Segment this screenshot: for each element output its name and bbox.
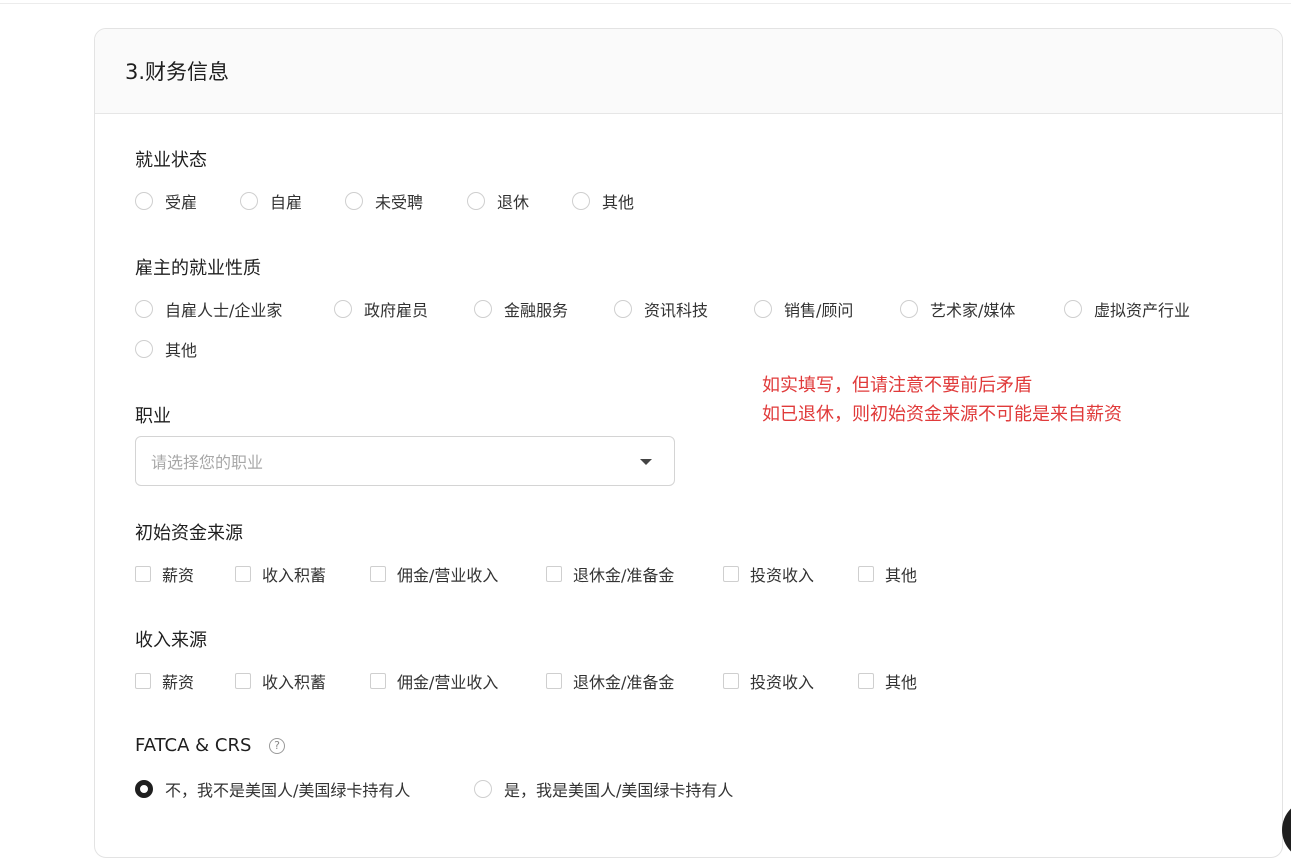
initial-funds-pension[interactable]: 退休金/准备金: [546, 562, 674, 586]
option-label: 是，我是美国人/美国绿卡持有人: [504, 781, 734, 800]
checkbox[interactable]: [135, 566, 151, 582]
employer-option-virtual-assets[interactable]: 虚拟资产行业: [1064, 297, 1190, 321]
option-label: 自雇人士/企业家: [165, 301, 283, 320]
income-source-other[interactable]: 其他: [858, 669, 917, 693]
radio-circle[interactable]: [240, 192, 258, 210]
option-label: 政府雇员: [364, 301, 429, 320]
radio-circle[interactable]: [334, 300, 352, 318]
employer-option-it[interactable]: 资讯科技: [614, 297, 708, 321]
employer-option-artist[interactable]: 艺术家/媒体: [900, 297, 1015, 321]
hint-line-1: 如实填写，但请注意不要前后矛盾: [762, 375, 1032, 396]
employment-status-label: 就业状态: [135, 150, 207, 171]
checkbox[interactable]: [858, 673, 874, 689]
checkbox[interactable]: [546, 673, 562, 689]
occupation-select[interactable]: 请选择您的职业: [135, 436, 675, 486]
occupation-label: 职业: [135, 406, 171, 427]
radio-circle[interactable]: [135, 340, 153, 358]
employer-nature-label: 雇主的就业性质: [135, 258, 261, 279]
option-label: 其他: [885, 566, 918, 585]
option-label: 金融服务: [504, 301, 569, 320]
option-label: 投资收入: [750, 673, 815, 692]
checkbox[interactable]: [370, 566, 386, 582]
option-label: 虚拟资产行业: [1094, 301, 1191, 320]
employment-option-other[interactable]: 其他: [572, 189, 634, 213]
option-label: 退休金/准备金: [573, 673, 675, 692]
checkbox[interactable]: [370, 673, 386, 689]
option-label: 退休金/准备金: [573, 566, 675, 585]
employment-option-self-employed[interactable]: 自雇: [240, 189, 302, 213]
option-label: 其他: [885, 673, 918, 692]
radio-circle[interactable]: [467, 192, 485, 210]
option-label: 投资收入: [750, 566, 815, 585]
employer-option-sales[interactable]: 销售/顾问: [754, 297, 853, 321]
checkbox[interactable]: [235, 566, 251, 582]
fatca-option-not-us-person[interactable]: 不，我不是美国人/美国绿卡持有人: [135, 777, 410, 801]
occupation-placeholder: 请选择您的职业: [151, 453, 264, 472]
initial-funds-label: 初始资金来源: [135, 523, 243, 544]
hint-line-2: 如已退休，则初始资金来源不可能是来自薪资: [762, 404, 1122, 425]
option-label: 薪资: [162, 673, 195, 692]
employment-option-retired[interactable]: 退休: [467, 189, 529, 213]
radio-circle[interactable]: [135, 192, 153, 210]
radio-circle[interactable]: [754, 300, 772, 318]
initial-funds-savings[interactable]: 收入积蓄: [235, 562, 326, 586]
radio-circle[interactable]: [1064, 300, 1082, 318]
employer-option-financial[interactable]: 金融服务: [474, 297, 568, 321]
employment-option-employed[interactable]: 受雇: [135, 189, 197, 213]
initial-funds-salary[interactable]: 薪资: [135, 562, 194, 586]
option-label: 受雇: [165, 193, 198, 212]
initial-funds-commission[interactable]: 佣金/营业收入: [370, 562, 498, 586]
radio-circle[interactable]: [572, 192, 590, 210]
option-label: 未受聘: [375, 193, 424, 212]
fatca-option-us-person[interactable]: 是，我是美国人/美国绿卡持有人: [474, 777, 733, 801]
option-label: 佣金/营业收入: [397, 566, 499, 585]
employment-option-unemployed[interactable]: 未受聘: [345, 189, 423, 213]
question-circle-icon[interactable]: ?: [269, 738, 285, 754]
option-label: 销售/顾问: [784, 301, 854, 320]
income-source-commission[interactable]: 佣金/营业收入: [370, 669, 498, 693]
checkbox[interactable]: [723, 673, 739, 689]
employer-option-government[interactable]: 政府雇员: [334, 297, 428, 321]
income-source-label: 收入来源: [135, 630, 207, 651]
radio-circle[interactable]: [474, 300, 492, 318]
card-header: 3.财务信息: [95, 29, 1282, 114]
option-label: 资讯科技: [644, 301, 709, 320]
income-source-savings[interactable]: 收入积蓄: [235, 669, 326, 693]
radio-circle[interactable]: [614, 300, 632, 318]
checkbox[interactable]: [546, 566, 562, 582]
option-label: 佣金/营业收入: [397, 673, 499, 692]
initial-funds-other[interactable]: 其他: [858, 562, 917, 586]
option-label: 艺术家/媒体: [930, 301, 1016, 320]
floating-action-button[interactable]: [1282, 800, 1291, 860]
fatca-label: FATCA & CRS: [135, 735, 252, 756]
radio-circle[interactable]: [135, 300, 153, 318]
caret-down-icon[interactable]: [640, 459, 652, 465]
income-source-salary[interactable]: 薪资: [135, 669, 194, 693]
radio-circle-checked[interactable]: [135, 780, 153, 798]
option-label: 其他: [165, 341, 198, 360]
radio-circle[interactable]: [345, 192, 363, 210]
option-label: 其他: [602, 193, 635, 212]
option-label: 收入积蓄: [262, 566, 327, 585]
income-source-investment[interactable]: 投资收入: [723, 669, 814, 693]
checkbox[interactable]: [858, 566, 874, 582]
option-label: 收入积蓄: [262, 673, 327, 692]
option-label: 自雇: [270, 193, 303, 212]
radio-circle[interactable]: [900, 300, 918, 318]
top-divider: [0, 3, 1291, 4]
income-source-pension[interactable]: 退休金/准备金: [546, 669, 674, 693]
checkbox[interactable]: [723, 566, 739, 582]
option-label: 退休: [497, 193, 530, 212]
employer-option-entrepreneur[interactable]: 自雇人士/企业家: [135, 297, 282, 321]
checkbox[interactable]: [235, 673, 251, 689]
employer-option-other[interactable]: 其他: [135, 337, 197, 361]
radio-circle[interactable]: [474, 780, 492, 798]
initial-funds-investment[interactable]: 投资收入: [723, 562, 814, 586]
card-title: 3.财务信息: [125, 60, 230, 84]
option-label: 不，我不是美国人/美国绿卡持有人: [165, 781, 411, 800]
option-label: 薪资: [162, 566, 195, 585]
checkbox[interactable]: [135, 673, 151, 689]
